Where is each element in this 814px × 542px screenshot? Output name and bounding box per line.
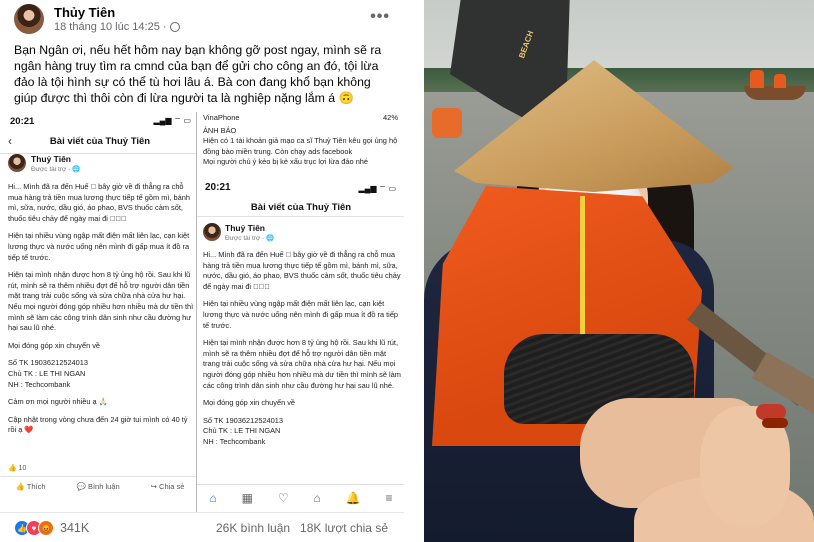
post-meta: 18 tháng 10 lúc 14:25 ·	[54, 21, 180, 33]
distant-boat	[744, 86, 806, 100]
paragraph: Hi... Mình đã ra đến Huế 🏻 bây giờ về đi…	[8, 182, 190, 223]
author-name[interactable]: Thủy Tiên	[54, 5, 115, 20]
paragraph: Số TK 19036212524013 Chủ TK : LE THI NGA…	[203, 415, 284, 446]
paragraph: Số TK 19036212524013 Chủ TK : LE THI NGA…	[8, 358, 89, 389]
marketplace-icon: ⌂	[313, 490, 321, 505]
sponsored-label: Được tài trợ · 🌐	[225, 235, 275, 242]
paragraph: Mọi đóng góp xin chuyển về	[8, 340, 101, 350]
angry-reaction-icon: 😡	[38, 520, 54, 536]
vest-strap	[580, 196, 585, 346]
more-options-icon[interactable]: •••	[370, 8, 390, 26]
battery-label: 42%	[382, 113, 398, 122]
paragraph: Hi... Mình đã ra đến Huế 🏻 bây giờ về đi…	[203, 250, 401, 291]
warning-text: ẢNH BÁO Hiện có 1 tài khoản giả mạo ca s…	[203, 126, 398, 167]
reactions-count: 341K	[60, 521, 90, 535]
share-action: ↪ Chia sẻ	[150, 482, 185, 491]
reaction-count: 👍 10	[8, 465, 27, 472]
sponsored-label: Được tài trợ · 🌐	[31, 166, 81, 173]
like-action: 👍 Thích	[15, 482, 46, 491]
screenshot-title: Bài viết của Thuỷ Tiên	[49, 136, 151, 147]
avatar	[203, 223, 221, 241]
post-footer: 👍 ♥ 😡 341K 26K bình luận 18K lượt chia s…	[0, 512, 404, 542]
paragraph: Cập nhật trong vòng chưa đến 24 giờ tui …	[8, 414, 188, 435]
carrier-label: VinaPhone	[203, 113, 240, 122]
post-timestamp[interactable]: 18 tháng 10 lúc 14:25 ·	[54, 21, 167, 33]
paragraph: Hiện tại mình nhận được hơn 8 tỷ ủng hộ …	[8, 270, 194, 333]
post-text: Bạn Ngân ơi, nếu hết hôm nay bạn không g…	[14, 43, 382, 105]
screenshot-phone-b: VinaPhone 42% ẢNH BÁO Hiện có 1 tài khoả…	[196, 112, 404, 512]
paragraph: Hiện tại mình nhận được hơn 8 tỷ ủng hộ …	[203, 338, 401, 390]
screenshot-body: Hi... Mình đã ra đến Huế 🏻 bây giờ về đi…	[8, 182, 194, 443]
screenshot-author: Thuỷ Tiên	[225, 223, 265, 233]
status-icons: ▂▄▆ ⌔ ▭	[358, 184, 397, 193]
heart-icon: ♡	[277, 490, 289, 505]
distant-boat	[432, 108, 462, 138]
page: Thủy Tiên 18 tháng 10 lúc 14:25 · ••• Bạ…	[0, 0, 814, 542]
reactions-summary[interactable]: 👍 ♥ 😡 341K	[14, 520, 89, 536]
screenshot-author: Thuỷ Tiên	[31, 154, 71, 164]
shares-count[interactable]: 18K lượt chia sẻ	[300, 521, 388, 535]
status-time: 20:21	[205, 182, 231, 193]
bracelet	[762, 418, 788, 428]
facebook-post: Thủy Tiên 18 tháng 10 lúc 14:25 · ••• Bạ…	[0, 0, 404, 542]
screenshot-body: Hi... Mình đã ra đến Huế 🏻 bây giờ về đi…	[203, 250, 401, 455]
screenshot-header: ‹ Bài viết của Thuỷ Tiên	[0, 130, 199, 154]
avatar	[8, 154, 26, 172]
post-header: Thủy Tiên 18 tháng 10 lúc 14:25 · •••	[14, 4, 390, 34]
post-stats: 26K bình luận 18K lượt chia sẻ	[216, 521, 388, 535]
comment-action: 💬 Bình luận	[76, 482, 120, 491]
divider	[197, 216, 404, 217]
status-time: 20:21	[10, 116, 35, 127]
status-icons: ▂▄▆ ⌔ ▭	[153, 116, 192, 125]
paragraph: Cảm ơn mọi người nhiều ạ 🙏🏻	[8, 397, 108, 407]
screenshot-nav: ⌂ ▦ ♡ ⌂ 🔔 ≡	[197, 484, 404, 510]
paragraph: Mọi đóng góp xin chuyển về	[203, 398, 296, 408]
distant-person	[774, 74, 786, 88]
comments-count[interactable]: 26K bình luận	[216, 521, 290, 535]
home-icon: ⌂	[209, 490, 217, 505]
screenshot-title: Bài viết của Thuỷ Tiên	[250, 202, 352, 213]
pages-icon: ▦	[241, 490, 253, 505]
paragraph: Hiện tại nhiều vùng ngập mất điện mất li…	[8, 231, 190, 262]
boat-photo[interactable]: BEACH	[424, 0, 814, 542]
distant-person	[750, 70, 764, 88]
screenshot-phone-a: 20:21 ▂▄▆ ⌔ ▭ ‹ Bài viết của Thuỷ Tiên T…	[0, 112, 200, 512]
menu-icon: ≡	[385, 490, 393, 505]
avatar[interactable]	[14, 4, 44, 34]
globe-icon	[169, 22, 180, 32]
screenshot-actions: 👍 Thích 💬 Bình luận ↪ Chia sẻ	[0, 476, 199, 496]
paragraph: Hiện tại nhiều vùng ngập mất điện mất li…	[203, 299, 399, 330]
post-images[interactable]: 20:21 ▂▄▆ ⌔ ▭ ‹ Bài viết của Thuỷ Tiên T…	[0, 112, 404, 512]
bell-icon: 🔔	[345, 490, 361, 505]
